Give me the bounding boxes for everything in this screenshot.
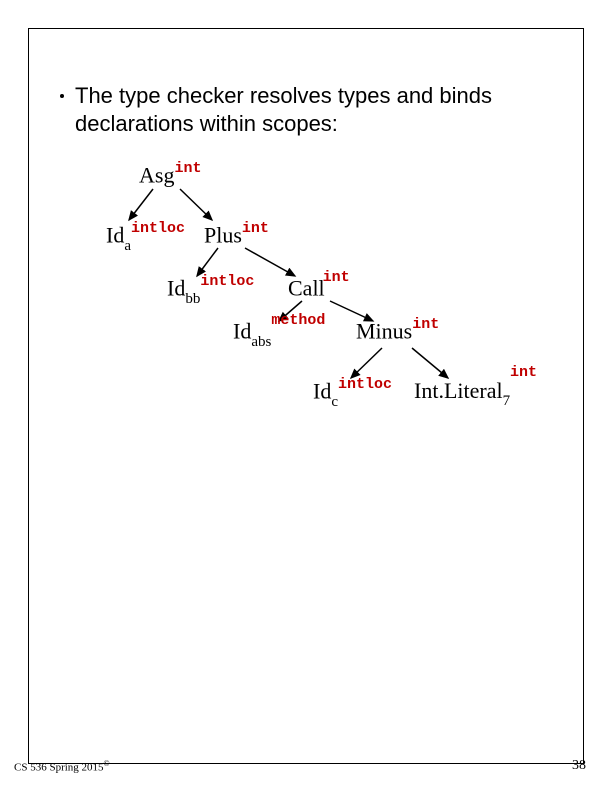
node-id-a: Idaintloc — [106, 222, 185, 253]
tree-arrows — [0, 0, 612, 792]
node-call: Callint — [288, 275, 352, 301]
footer-copyright: © — [104, 759, 110, 768]
node-id-c: Idcintloc — [313, 378, 392, 409]
node-intliteral-sup: int — [510, 364, 537, 381]
node-call-base: Call — [288, 275, 325, 300]
node-intliteral: Int.Literal7 — [414, 378, 510, 408]
node-minus-sup: int — [412, 316, 439, 333]
node-id-c-base: Id — [313, 378, 331, 403]
footer-left: CS 536 Spring 2015© — [14, 759, 110, 774]
node-id-bb-sup: intloc — [200, 273, 254, 290]
node-plus: Plusint — [204, 222, 269, 248]
node-id-bb-sub: bb — [185, 291, 200, 307]
node-call-sup: int — [323, 269, 350, 286]
node-plus-base: Plus — [204, 222, 242, 247]
node-asg-sup: int — [174, 160, 201, 177]
node-id-bb: Idbbintloc — [167, 275, 254, 306]
node-id-bb-base: Id — [167, 275, 185, 300]
node-id-abs-sup: method — [271, 312, 325, 329]
node-id-a-base: Id — [106, 222, 124, 247]
node-asg-base: Asg — [139, 162, 174, 187]
ast-diagram: Asgint Idaintloc Plusint Idbbintloc Call… — [0, 0, 612, 792]
node-id-abs-sub: abs — [251, 334, 271, 350]
footer-course: CS 536 Spring 2015 — [14, 762, 104, 774]
node-id-c-sub: c — [331, 394, 338, 410]
node-id-abs-base: Id — [233, 318, 251, 343]
node-id-a-sub: a — [124, 238, 131, 254]
node-minus-base: Minus — [356, 318, 412, 343]
node-id-c-sup: intloc — [338, 376, 392, 393]
node-plus-sup: int — [242, 220, 269, 237]
node-intliteral-sub: 7 — [503, 393, 511, 409]
footer-page-number: 38 — [572, 758, 586, 774]
node-id-a-sup: intloc — [131, 220, 185, 237]
node-minus: Minusint — [356, 318, 439, 344]
node-asg: Asgint — [139, 162, 201, 188]
node-intliteral-anno: int — [510, 356, 537, 382]
node-id-abs: Idabsmethod — [233, 318, 325, 349]
node-intliteral-base: Int.Literal — [414, 378, 503, 403]
